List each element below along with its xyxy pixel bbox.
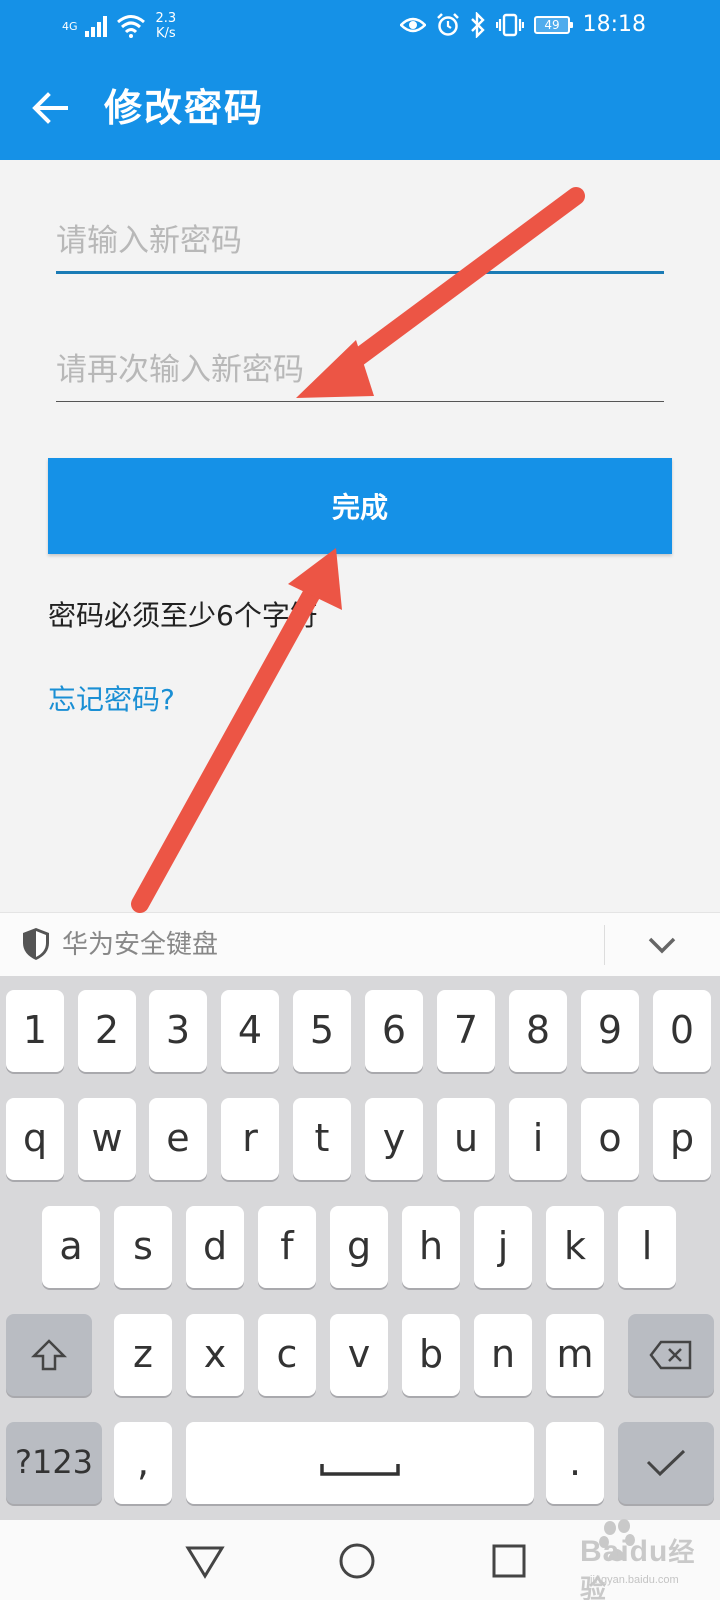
key-m[interactable]: m xyxy=(546,1314,604,1396)
new-password-field[interactable] xyxy=(56,204,664,274)
keyboard-header: 华为安全键盘 xyxy=(0,912,720,976)
key-k[interactable]: k xyxy=(546,1206,604,1288)
key-h[interactable]: h xyxy=(402,1206,460,1288)
status-left: 4G 2.3 K/s xyxy=(62,6,176,46)
password-hint: 密码必须至少6个字符 xyxy=(48,599,318,632)
status-time: 18:18 xyxy=(582,12,646,37)
alarm-icon xyxy=(437,13,459,36)
done-button[interactable]: 完成 xyxy=(48,458,672,554)
divider xyxy=(604,925,605,965)
backspace-icon xyxy=(649,1340,692,1370)
key-7[interactable]: 7 xyxy=(437,990,495,1072)
baidu-watermark: Baidu经验 jingyan.baidu.com xyxy=(550,1518,710,1600)
comma-key[interactable]: , xyxy=(114,1422,172,1504)
nav-back-icon[interactable] xyxy=(182,1538,228,1584)
toolbar: 修改密码 xyxy=(0,58,720,158)
network-type: 4G xyxy=(62,19,78,33)
key-o[interactable]: o xyxy=(581,1098,639,1180)
confirm-password-input[interactable] xyxy=(56,332,664,401)
signal-icon xyxy=(84,16,107,37)
key-v[interactable]: v xyxy=(330,1314,388,1396)
key-d[interactable]: d xyxy=(186,1206,244,1288)
space-key[interactable] xyxy=(186,1422,534,1504)
eye-icon xyxy=(400,17,426,33)
key-a[interactable]: a xyxy=(42,1206,100,1288)
key-i[interactable]: i xyxy=(509,1098,567,1180)
key-0[interactable]: 0 xyxy=(653,990,711,1072)
confirm-key[interactable] xyxy=(618,1422,714,1504)
key-6[interactable]: 6 xyxy=(365,990,423,1072)
key-n[interactable]: n xyxy=(474,1314,532,1396)
symbols-key[interactable]: ?123 xyxy=(6,1422,102,1504)
battery-indicator: 49 xyxy=(534,16,573,34)
confirm-password-field[interactable] xyxy=(56,332,664,402)
key-u[interactable]: u xyxy=(437,1098,495,1180)
key-p[interactable]: p xyxy=(653,1098,711,1180)
key-8[interactable]: 8 xyxy=(509,990,567,1072)
key-4[interactable]: 4 xyxy=(221,990,279,1072)
space-icon xyxy=(320,1464,400,1476)
back-button[interactable] xyxy=(22,80,78,136)
network-speed: 2.3 K/s xyxy=(155,11,177,41)
key-1[interactable]: 1 xyxy=(6,990,64,1072)
key-5[interactable]: 5 xyxy=(293,990,351,1072)
key-z[interactable]: z xyxy=(114,1314,172,1396)
key-2[interactable]: 2 xyxy=(78,990,136,1072)
status-bar: 4G 2.3 K/s 49 18:18 xyxy=(0,0,720,50)
key-y[interactable]: y xyxy=(365,1098,423,1180)
backspace-key[interactable] xyxy=(628,1314,714,1396)
key-j[interactable]: j xyxy=(474,1206,532,1288)
shift-key[interactable] xyxy=(6,1314,92,1396)
key-x[interactable]: x xyxy=(186,1314,244,1396)
page-title: 修改密码 xyxy=(104,86,265,130)
shift-icon xyxy=(30,1339,68,1371)
key-f[interactable]: f xyxy=(258,1206,316,1288)
period-key[interactable]: . xyxy=(546,1422,604,1504)
key-t[interactable]: t xyxy=(293,1098,351,1180)
key-b[interactable]: b xyxy=(402,1314,460,1396)
forgot-password-link[interactable]: 忘记密码? xyxy=(48,680,175,720)
vibrate-icon xyxy=(496,13,524,37)
shield-icon xyxy=(23,928,49,960)
back-arrow-icon xyxy=(32,92,68,124)
key-w[interactable]: w xyxy=(78,1098,136,1180)
keyboard-title: 华为安全键盘 xyxy=(62,930,219,960)
key-l[interactable]: l xyxy=(618,1206,676,1288)
app-header: 4G 2.3 K/s 49 18:18 修改密码 xyxy=(0,0,720,160)
key-9[interactable]: 9 xyxy=(581,990,639,1072)
status-right: 49 xyxy=(400,8,573,42)
new-password-input[interactable] xyxy=(56,204,664,271)
key-e[interactable]: e xyxy=(149,1098,207,1180)
key-g[interactable]: g xyxy=(330,1206,388,1288)
wifi-icon xyxy=(116,15,145,38)
nav-recent-icon[interactable] xyxy=(486,1538,532,1584)
secure-keyboard: 1 2 3 4 5 6 7 8 9 0 q w e r t y u i o p … xyxy=(0,976,720,1520)
key-3[interactable]: 3 xyxy=(149,990,207,1072)
nav-home-icon[interactable] xyxy=(334,1538,380,1584)
check-icon xyxy=(646,1449,686,1477)
key-q[interactable]: q xyxy=(6,1098,64,1180)
bluetooth-icon xyxy=(471,12,485,38)
key-c[interactable]: c xyxy=(258,1314,316,1396)
key-r[interactable]: r xyxy=(221,1098,279,1180)
key-s[interactable]: s xyxy=(114,1206,172,1288)
chevron-down-icon[interactable] xyxy=(644,929,680,961)
